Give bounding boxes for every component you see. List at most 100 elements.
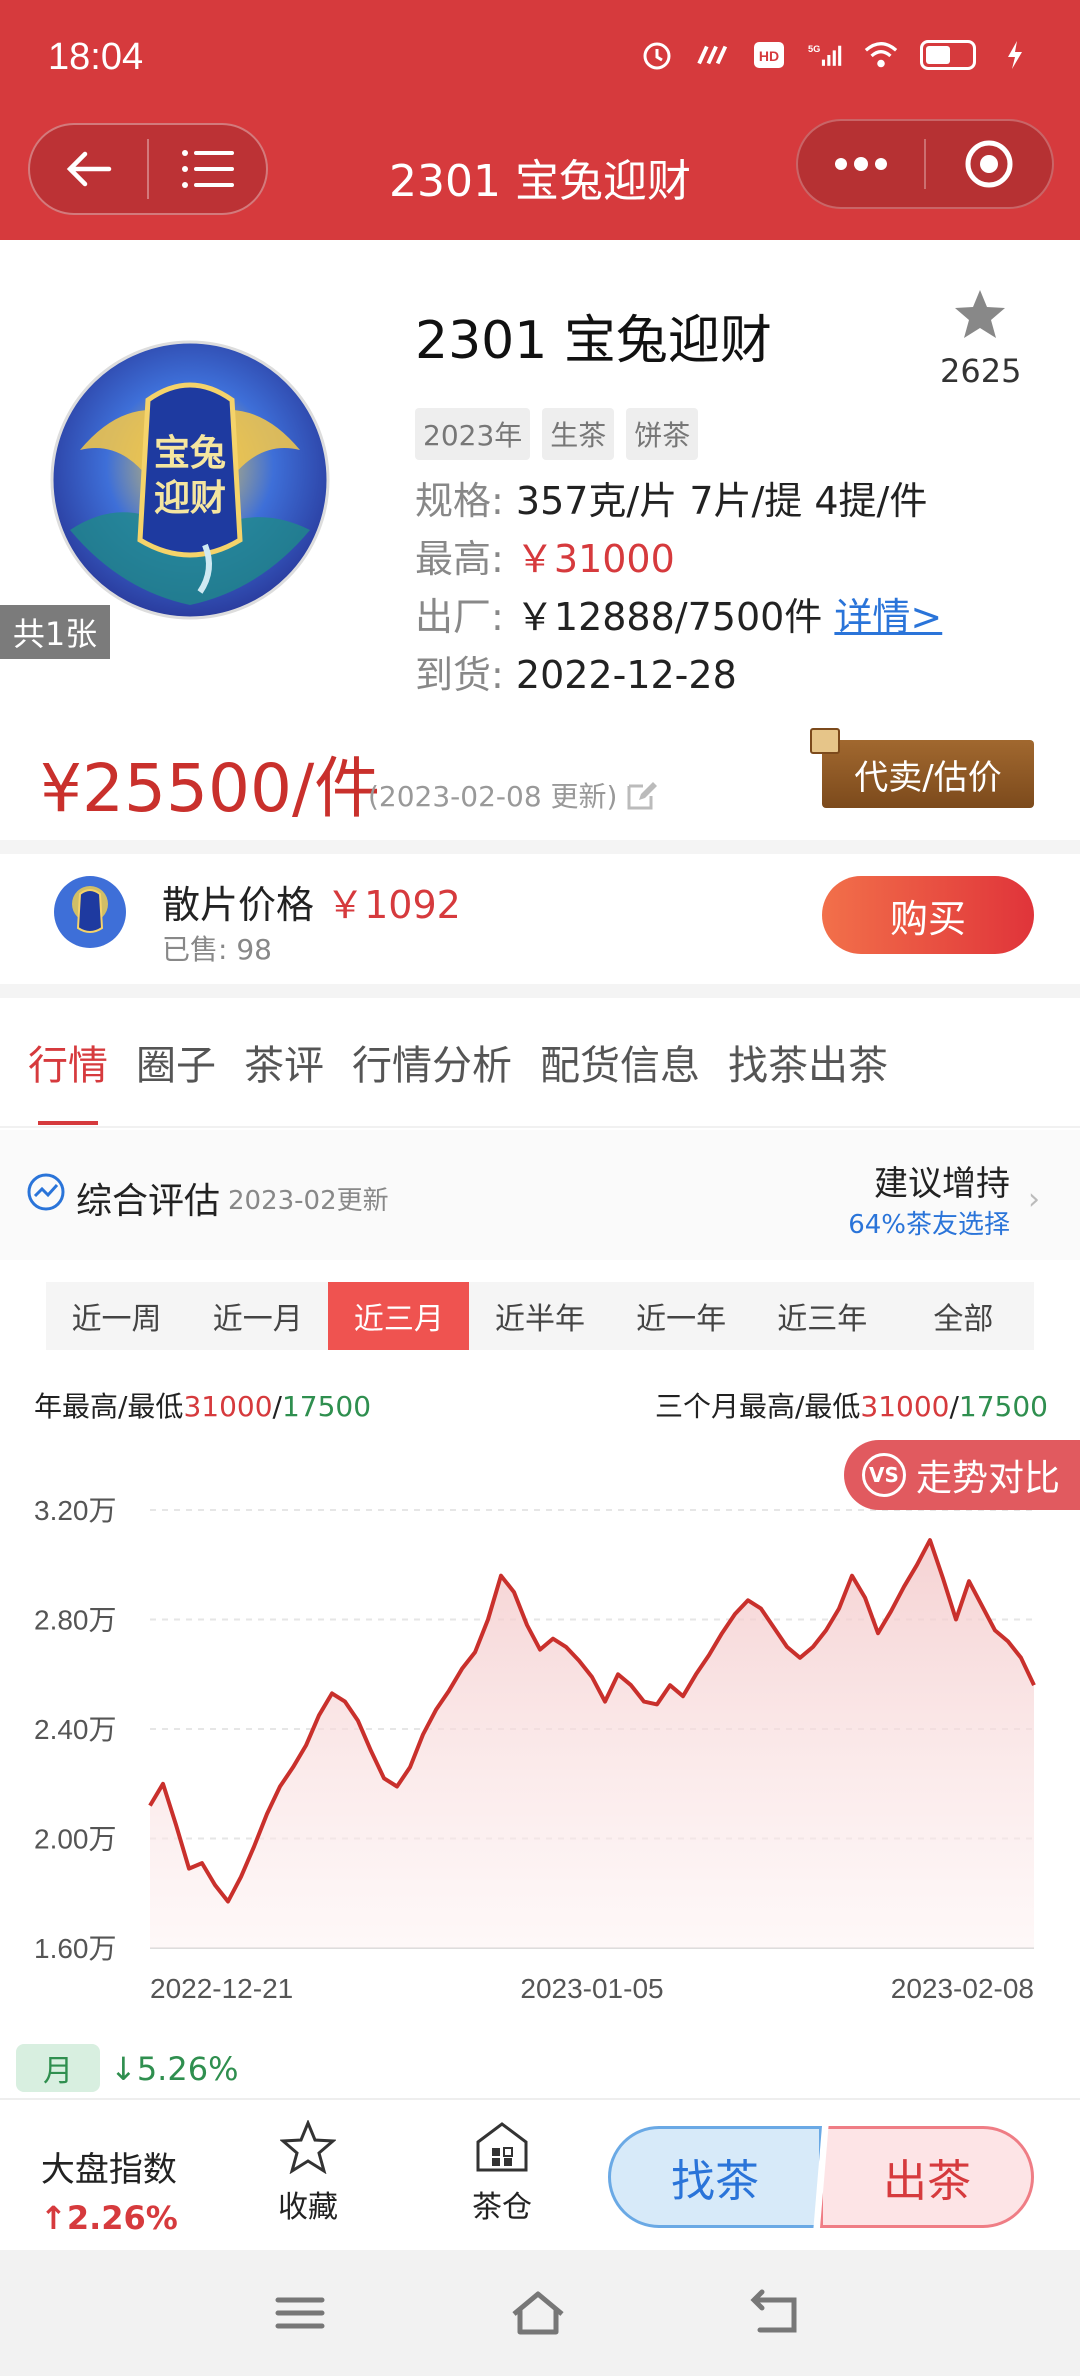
quarter-range-label: 三个月最高/最低 xyxy=(654,1390,861,1423)
factory-value: ￥12888/7500件 xyxy=(515,595,823,639)
period-three-months[interactable]: 近三月 xyxy=(328,1282,470,1350)
range-sep: / xyxy=(272,1390,282,1423)
cellular-5g-icon: 5G xyxy=(808,38,842,72)
tag-form: 饼茶 xyxy=(626,408,699,460)
tab-analysis[interactable]: 行情分析 xyxy=(352,997,512,1127)
nav-right-capsule xyxy=(796,119,1054,209)
trend-compare-label: 走势对比 xyxy=(916,1458,1061,1499)
status-bar: 18:04 HD 5G xyxy=(0,0,1080,115)
svg-text:5G: 5G xyxy=(808,44,820,54)
chart-xtick-label: 2023-01-05 xyxy=(520,1973,663,2004)
market-index-value: ↑2.26% xyxy=(40,2199,178,2237)
favorite-count: 2625 xyxy=(940,352,1022,390)
month-badge: 月 xyxy=(16,2044,100,2092)
market-index-label: 大盘指数 xyxy=(40,2150,177,2190)
period-week[interactable]: 近一周 xyxy=(46,1282,187,1350)
section-gap xyxy=(0,840,1080,854)
chart-area-fill xyxy=(150,1540,1034,1948)
chart-ytick-label: 3.20万 xyxy=(34,1495,117,1526)
price-update: (2023-02-08 更新) xyxy=(368,775,659,815)
charging-icon xyxy=(998,38,1032,72)
spec-value: 357克/片 7片/提 4提/件 xyxy=(515,479,928,523)
factory-row: 出厂: ￥12888/7500件 详情> xyxy=(415,586,942,641)
warehouse-icon xyxy=(476,2122,528,2172)
current-price: ¥25500/件 xyxy=(40,750,381,827)
home-icon[interactable] xyxy=(508,2288,568,2338)
product-image[interactable]: 宝兔 迎财 xyxy=(40,330,340,630)
loose-sold-count: 已售: 98 xyxy=(162,933,272,966)
collect-button[interactable]: 收藏 xyxy=(248,2119,368,2226)
hd-icon: HD xyxy=(752,38,786,72)
target-icon xyxy=(965,140,1013,188)
market-index[interactable]: 大盘指数 ↑2.26% xyxy=(40,2142,178,2237)
tag-year: 2023年 xyxy=(415,408,531,460)
image-count-badge: 共1张 xyxy=(0,605,110,659)
find-tea-button[interactable]: 找茶 xyxy=(608,2126,822,2228)
tab-circle[interactable]: 圈子 xyxy=(136,997,216,1127)
chart-ytick-label: 2.40万 xyxy=(34,1714,117,1745)
factory-detail-link[interactable]: 详情> xyxy=(834,595,942,639)
price-date: (2023-02-08 更新) xyxy=(368,780,618,813)
edit-icon[interactable] xyxy=(625,778,659,812)
high-label: 最高: xyxy=(415,537,504,581)
svg-text:迎财: 迎财 xyxy=(154,477,226,519)
close-miniapp-button[interactable] xyxy=(926,121,1052,207)
buy-button[interactable]: 购买 xyxy=(822,876,1034,954)
status-time: 18:04 xyxy=(48,36,144,78)
warehouse-button[interactable]: 茶仓 xyxy=(442,2120,562,2226)
arrival-value: 2022-12-28 xyxy=(515,653,737,697)
tab-bar: 行情 圈子 茶评 行情分析 配货信息 找茶出茶 xyxy=(0,998,1080,1128)
spec-label: 规格: xyxy=(415,479,504,523)
quarter-high: 31000 xyxy=(860,1390,950,1423)
price-trend-chart[interactable]: 3.20万 2.80万 2.40万 2.00万 1.60万 2022-12-21 2023… xyxy=(0,1470,1080,2010)
favorite-button[interactable]: 2625 xyxy=(940,288,1022,390)
spec-row: 规格: 357克/片 7片/提 4提/件 xyxy=(415,470,927,525)
quarter-low: 17500 xyxy=(958,1390,1048,1423)
high-row: 最高: ￥31000 xyxy=(415,528,675,583)
chart-xtick-label: 2023-02-08 xyxy=(891,1973,1034,2004)
tab-market[interactable]: 行情 xyxy=(28,997,108,1127)
year-low: 17500 xyxy=(281,1390,372,1423)
period-half-year[interactable]: 近半年 xyxy=(469,1282,610,1350)
evaluation-row[interactable]: 综合评估 2023-02更新 建议增持 64%茶友选择 › xyxy=(0,1130,1080,1260)
year-high: 31000 xyxy=(183,1390,273,1423)
trend-compare-button[interactable]: VS 走势对比 xyxy=(844,1440,1080,1510)
evaluation-title: 综合评估 xyxy=(76,1181,221,1222)
back-nav-icon[interactable] xyxy=(746,2288,806,2338)
evaluation-date: 2023-02更新 xyxy=(228,1186,389,1216)
loose-price-label: 散片价格 xyxy=(162,883,315,927)
bottom-action-bar: 大盘指数 ↑2.26% 收藏 茶仓 找茶 出茶 xyxy=(0,2098,1080,2250)
period-month[interactable]: 近一月 xyxy=(187,1282,328,1350)
svg-text:宝兔: 宝兔 xyxy=(154,432,226,474)
loose-thumbnail xyxy=(52,874,128,950)
month-change: ↓5.26% xyxy=(110,2050,239,2088)
consign-appraise-button[interactable]: 代卖/估价 xyxy=(822,740,1034,808)
tab-find-sell[interactable]: 找茶出茶 xyxy=(728,997,888,1127)
year-range: 年最高/最低31000/17500 xyxy=(34,1385,371,1425)
warehouse-label: 茶仓 xyxy=(472,2190,532,2225)
recent-apps-icon[interactable] xyxy=(270,2288,330,2338)
period-three-years[interactable]: 近三年 xyxy=(752,1282,893,1350)
system-nav-bar xyxy=(0,2250,1080,2376)
svg-text:HD: HD xyxy=(759,48,779,64)
tab-allocation[interactable]: 配货信息 xyxy=(540,997,700,1127)
signal-brand-icon xyxy=(696,38,730,72)
tab-review[interactable]: 茶评 xyxy=(244,997,324,1127)
more-dots-icon xyxy=(835,157,887,171)
period-all[interactable]: 全部 xyxy=(893,1282,1034,1350)
chart-xtick-label: 2022-12-21 xyxy=(150,1973,293,2004)
arrival-row: 到货: 2022-12-28 xyxy=(415,644,737,699)
evaluation-percent: 64%茶友选择 xyxy=(848,1210,1010,1240)
product-card: 宝兔 迎财 共1张 2301 宝兔迎财 2625 2023年 生茶 饼茶 规格:… xyxy=(0,240,1080,840)
loose-price: 散片价格 ￥1092 xyxy=(162,874,461,929)
box-icon xyxy=(810,728,840,754)
sell-tea-button[interactable]: 出茶 xyxy=(820,2126,1034,2228)
collect-label: 收藏 xyxy=(278,2190,338,2225)
wifi-icon xyxy=(864,38,898,72)
arrival-label: 到货: xyxy=(415,653,504,697)
tag-type: 生茶 xyxy=(542,408,615,460)
period-year[interactable]: 近一年 xyxy=(611,1282,752,1350)
product-tags: 2023年 生茶 饼茶 xyxy=(415,408,699,460)
chevron-right-icon: › xyxy=(1028,1182,1040,1217)
more-button[interactable] xyxy=(798,121,924,207)
